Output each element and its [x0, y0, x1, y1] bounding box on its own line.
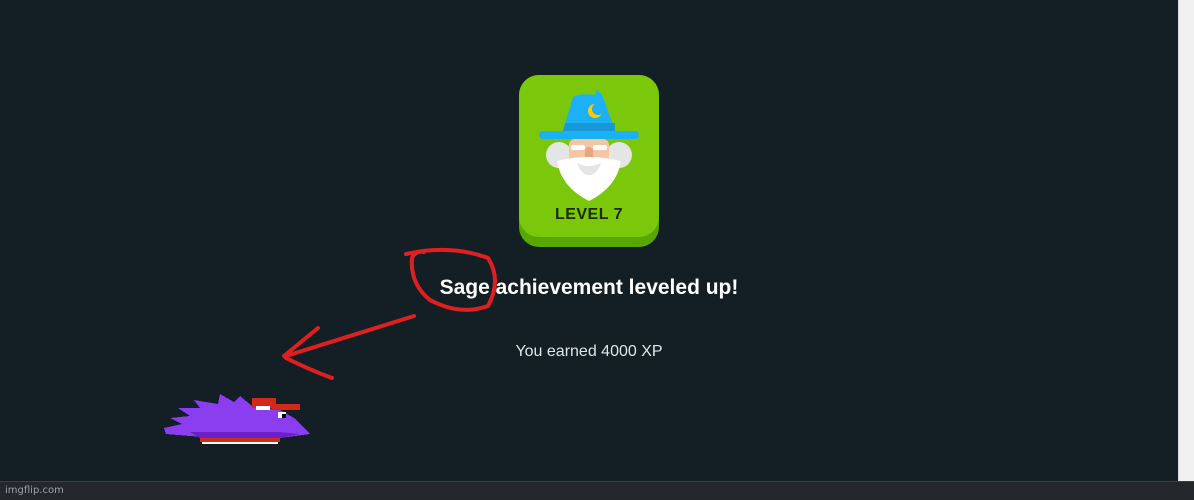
annotation-arrow-head-bottom — [284, 356, 334, 380]
badge-level-label: LEVEL 7 — [554, 206, 624, 223]
xp-earned-text: You earned 4000 XP — [515, 343, 663, 360]
vertical-scrollbar[interactable] — [1178, 0, 1194, 481]
achievement-title: Sage achievement leveled up! — [439, 276, 739, 299]
badge-face: LEVEL 7 — [519, 75, 659, 237]
wizard-icon — [539, 89, 639, 201]
achievement-badge: LEVEL 7 — [519, 75, 659, 247]
image-footer: imgflip.com — [0, 481, 1194, 500]
purple-bird-sprite — [164, 394, 310, 444]
imgflip-watermark: imgflip.com — [5, 485, 64, 496]
